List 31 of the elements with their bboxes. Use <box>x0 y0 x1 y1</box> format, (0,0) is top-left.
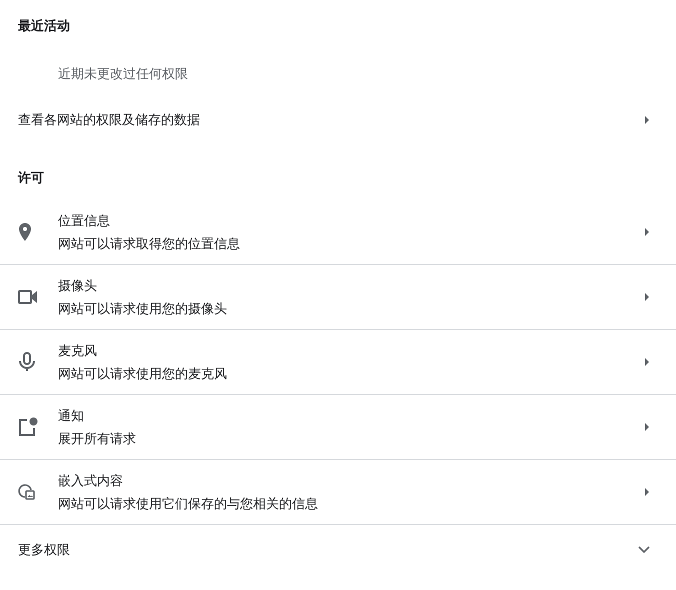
permission-item[interactable]: 嵌入式内容 网站可以请求使用它们保存的与您相关的信息 <box>0 460 676 524</box>
section-title: 许可 <box>18 170 44 187</box>
chevron-right-icon <box>644 422 650 432</box>
section-title: 最近活动 <box>18 18 70 35</box>
embedded-content-icon <box>18 483 36 501</box>
permission-description: 展开所有请求 <box>58 430 136 448</box>
permission-label: 摄像头 <box>58 278 98 294</box>
empty-message: 近期未更改过任何权限 <box>58 66 188 83</box>
chevron-right-icon <box>644 227 650 237</box>
permission-label: 通知 <box>58 408 85 424</box>
permission-label: 位置信息 <box>58 212 111 230</box>
site-data-link[interactable]: 查看各网站的权限及储存的数据 <box>0 96 676 144</box>
permission-description: 网站可以请求使用您的摄像头 <box>58 300 227 318</box>
permission-label: 麦克风 <box>58 342 98 360</box>
permission-item[interactable]: 位置信息 网站可以请求取得您的位置信息 <box>0 200 676 265</box>
chevron-right-icon <box>644 115 650 125</box>
location-pin-icon <box>18 223 32 241</box>
notification-icon <box>18 417 38 437</box>
permission-description: 网站可以请求使用您的麦克风 <box>58 366 227 382</box>
permission-item[interactable]: 摄像头 网站可以请求使用您的摄像头 <box>0 265 676 330</box>
video-camera-icon <box>18 290 38 304</box>
chevron-right-icon <box>644 292 650 302</box>
permission-item[interactable]: 麦克风 网站可以请求使用您的麦克风 <box>0 330 676 395</box>
permission-label: 嵌入式内容 <box>58 472 124 490</box>
microphone-icon <box>18 352 36 372</box>
permission-description: 网站可以请求使用它们保存的与您相关的信息 <box>58 496 318 512</box>
chevron-right-icon <box>644 357 650 367</box>
permission-description: 网站可以请求取得您的位置信息 <box>58 236 240 252</box>
more-permissions-item[interactable]: 更多权限 <box>0 524 676 575</box>
permission-item[interactable]: 通知 展开所有请求 <box>0 395 676 460</box>
chevron-right-icon <box>644 487 650 497</box>
